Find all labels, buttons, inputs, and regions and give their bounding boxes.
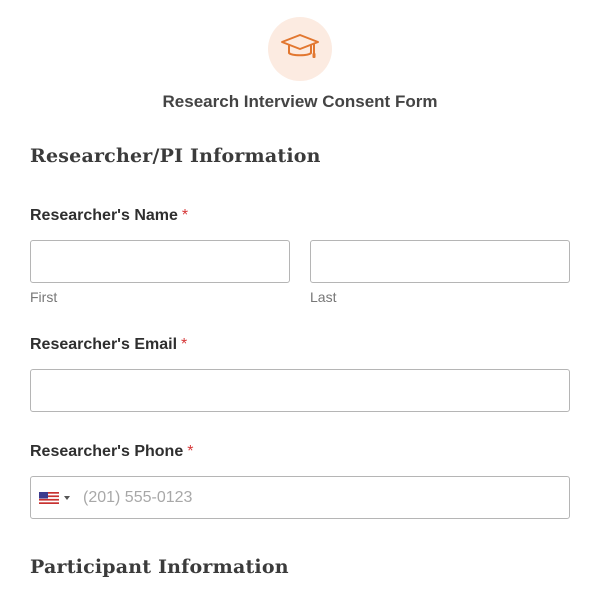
researcher-email-label: Researcher's Email * [30,336,187,354]
required-marker: * [187,443,194,460]
required-marker: * [181,336,188,353]
chevron-down-icon [64,495,70,500]
researcher-email-label-text: Researcher's Email [30,336,178,353]
last-name-sublabel: Last [310,289,337,305]
country-code-select[interactable] [39,477,77,518]
section-title-participant: Participant Information [30,556,289,578]
us-flag-icon [39,491,59,504]
researcher-name-label-text: Researcher's Name [30,207,178,224]
form-logo [268,17,332,81]
section-title-researcher: Researcher/PI Information [30,145,321,167]
last-name-input[interactable] [310,240,570,283]
researcher-name-label: Researcher's Name * [30,207,188,225]
email-input[interactable] [30,369,570,412]
researcher-phone-label: Researcher's Phone * [30,443,193,461]
required-marker: * [181,207,189,224]
phone-input[interactable] [81,477,563,518]
graduation-cap-icon [280,33,320,66]
phone-field [30,476,570,519]
researcher-phone-label-text: Researcher's Phone [30,443,184,460]
first-name-sublabel: First [30,289,58,305]
first-name-input[interactable] [30,240,290,283]
form-title: Research Interview Consent Form [162,92,438,111]
